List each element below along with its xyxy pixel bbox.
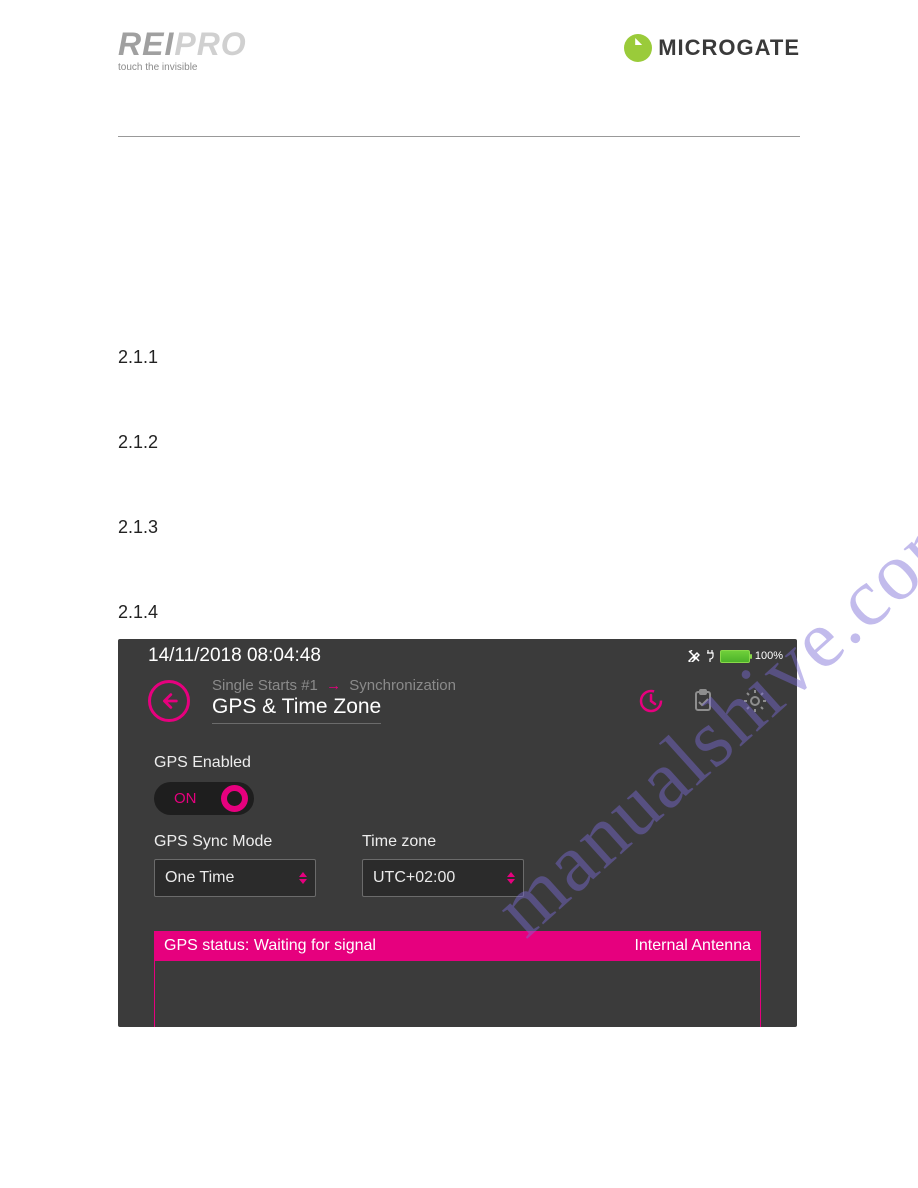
section-number: 2.1.3 [118,517,800,538]
gps-enabled-toggle[interactable]: ON [154,782,254,815]
logo-pro-text: PRO [174,26,246,62]
stepper-icon [507,872,515,884]
section-numbers: 2.1.1 2.1.2 2.1.3 2.1.4 [118,347,800,623]
breadcrumb-item: Synchronization [349,677,456,694]
breadcrumb-arrow-icon: → [326,677,341,694]
gps-enabled-label: GPS Enabled [154,754,761,772]
plug-icon [705,650,715,662]
timezone-select[interactable]: UTC+02:00 [362,859,524,897]
timezone-value: UTC+02:00 [373,869,455,887]
gps-status-box [154,961,761,1027]
battery-percent: 100% [755,650,783,662]
logo-rei-text: REI [118,26,174,62]
microgate-text: MICROGATE [658,35,800,61]
tab-gps-time[interactable] [637,687,665,715]
sync-mode-value: One Time [165,869,234,887]
back-button[interactable] [148,680,190,722]
satellite-icon [688,650,700,662]
sync-mode-select[interactable]: One Time [154,859,316,897]
gps-status-bar: GPS status: Waiting for signal Internal … [154,931,761,961]
logo-tagline: touch the invisible [118,62,198,73]
reipro-logo: REIPRO touch the invisible [118,28,247,73]
gps-status-text: GPS status: Waiting for signal [164,937,376,955]
microgate-icon [624,34,652,62]
microgate-logo: MICROGATE [624,34,800,62]
breadcrumb-item: Single Starts #1 [212,677,318,694]
battery-icon [720,650,750,663]
page-title: GPS & Time Zone [212,695,381,724]
section-number: 2.1.2 [118,432,800,453]
tab-settings[interactable] [741,687,769,715]
device-screenshot: 14/11/2018 08:04:48 100% Single Starts #… [118,639,797,1027]
stepper-icon [299,872,307,884]
device-status-bar: 14/11/2018 08:04:48 100% [118,639,797,667]
section-number: 2.1.4 [118,602,800,623]
timezone-label: Time zone [362,833,524,851]
toggle-state-label: ON [174,790,197,807]
datetime-label: 14/11/2018 08:04:48 [148,645,321,667]
antenna-label: Internal Antenna [634,937,751,955]
header-divider [118,136,800,137]
section-number: 2.1.1 [118,347,800,368]
page-header: REIPRO touch the invisible MICROGATE [118,28,800,100]
breadcrumb: Single Starts #1 → Synchronization [212,677,456,694]
toggle-knob-icon [221,785,248,812]
tab-clipboard[interactable] [689,687,717,715]
sync-mode-label: GPS Sync Mode [154,833,316,851]
